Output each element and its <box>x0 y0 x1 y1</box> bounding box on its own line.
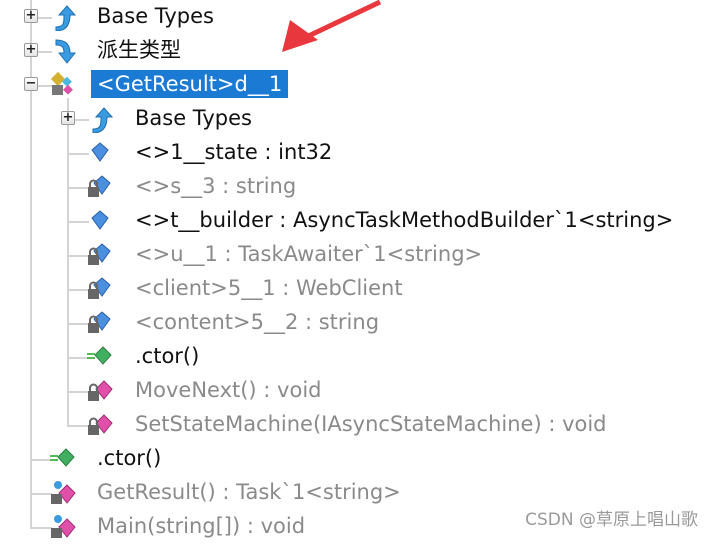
private-method-icon <box>88 414 113 435</box>
tree-node-label[interactable]: GetResult() : Task`1<string> <box>91 478 407 506</box>
annotation-arrow <box>282 0 382 52</box>
private-field-icon <box>88 277 111 299</box>
collapse-icon[interactable]: − <box>24 77 38 91</box>
tree-node-label[interactable]: Base Types <box>129 104 258 132</box>
private-static-method-icon <box>51 481 76 504</box>
private-field-icon <box>88 311 111 333</box>
constructor-icon <box>87 346 112 365</box>
tree-node[interactable]: <>u__1 : TaskAwaiter`1<string> <box>0 238 714 272</box>
derived-types-icon <box>55 39 77 64</box>
tree-node[interactable]: + Base Types <box>0 102 714 136</box>
field-icon <box>91 210 109 230</box>
expand-icon[interactable]: + <box>61 111 75 125</box>
tree-node-label[interactable]: Base Types <box>91 2 220 30</box>
private-static-method-icon <box>51 515 76 538</box>
private-field-icon <box>88 175 111 197</box>
tree-node-label[interactable]: <>u__1 : TaskAwaiter`1<string> <box>129 240 488 268</box>
tree-node[interactable]: SetStateMachine(IAsyncStateMachine) : vo… <box>0 408 714 442</box>
nested-class-icon <box>50 71 73 95</box>
private-method-icon <box>88 380 113 401</box>
constructor-icon <box>50 448 75 467</box>
tree-node-label[interactable]: Main(string[]) : void <box>91 512 311 540</box>
tree-node[interactable]: <>1__state : int32 <box>0 136 714 170</box>
tree-node-label[interactable]: <client>5__1 : WebClient <box>129 274 409 302</box>
tree-node-label[interactable]: <content>5__2 : string <box>129 308 385 336</box>
tree-node[interactable]: .ctor() <box>0 442 714 476</box>
watermark: CSDN @草原上唱山歌 <box>525 510 698 530</box>
tree-node-label[interactable]: .ctor() <box>91 444 167 472</box>
expand-icon[interactable]: + <box>24 43 38 57</box>
tree-node[interactable]: <content>5__2 : string <box>0 306 714 340</box>
tree-node[interactable]: <client>5__1 : WebClient <box>0 272 714 306</box>
tree-node-label[interactable]: <GetResult>d__1 <box>91 70 289 98</box>
tree-node-label[interactable]: <>s__3 : string <box>129 172 302 200</box>
field-icon <box>91 142 109 162</box>
tree-node-label[interactable]: <>1__state : int32 <box>129 138 338 166</box>
tree-node[interactable]: .ctor() <box>0 340 714 374</box>
tree-node-label[interactable]: MoveNext() : void <box>129 376 328 404</box>
private-field-icon <box>88 243 111 265</box>
tree-node-label[interactable]: 派生类型 <box>91 36 187 64</box>
base-types-icon <box>55 5 77 31</box>
tree-node-label[interactable]: <>t__builder : AsyncTaskMethodBuilder`1<… <box>129 206 679 234</box>
tree-node[interactable]: <>t__builder : AsyncTaskMethodBuilder`1<… <box>0 204 714 238</box>
tree-node[interactable]: <>s__3 : string <box>0 170 714 204</box>
tree-node[interactable]: − <GetResult>d__1 <box>0 68 714 102</box>
expand-icon[interactable]: + <box>24 9 38 23</box>
tree-node[interactable]: MoveNext() : void <box>0 374 714 408</box>
tree-node-label[interactable]: .ctor() <box>129 342 205 370</box>
base-types-icon <box>92 107 114 133</box>
tree-node-label[interactable]: SetStateMachine(IAsyncStateMachine) : vo… <box>129 410 613 438</box>
